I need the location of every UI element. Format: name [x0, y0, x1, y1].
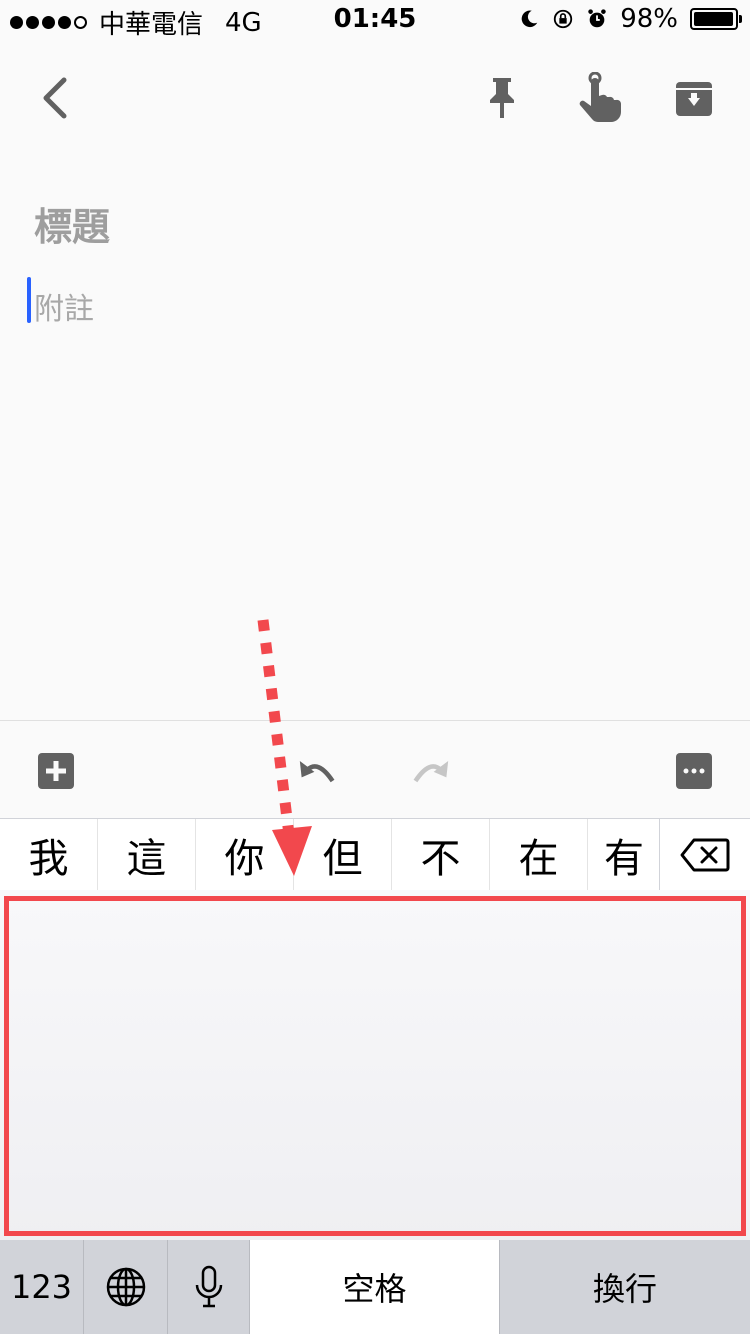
arrow-shaft — [257, 619, 295, 836]
arrow-head — [272, 826, 312, 876]
annotation-arrow — [257, 619, 312, 876]
